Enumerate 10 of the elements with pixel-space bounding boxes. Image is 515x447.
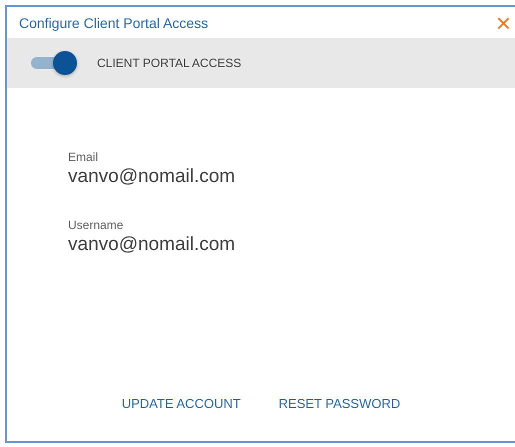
action-link[interactable]: UPDATE ACCOUNT (122, 394, 241, 413)
field-label: Username (68, 218, 124, 232)
field-value: vanvo@nomail.com (68, 234, 236, 256)
action-link[interactable]: RESET PASSWORD (278, 394, 400, 413)
toggle-switch[interactable] (29, 50, 79, 76)
toggle-label: CLIENT PORTAL ACCESS (97, 56, 242, 70)
field-value: vanvo@nomail.com (68, 166, 236, 188)
close-button[interactable]: × (492, 10, 515, 36)
dialog-title: Configure Client Portal Access (19, 14, 208, 30)
field-label: Email (68, 150, 98, 164)
